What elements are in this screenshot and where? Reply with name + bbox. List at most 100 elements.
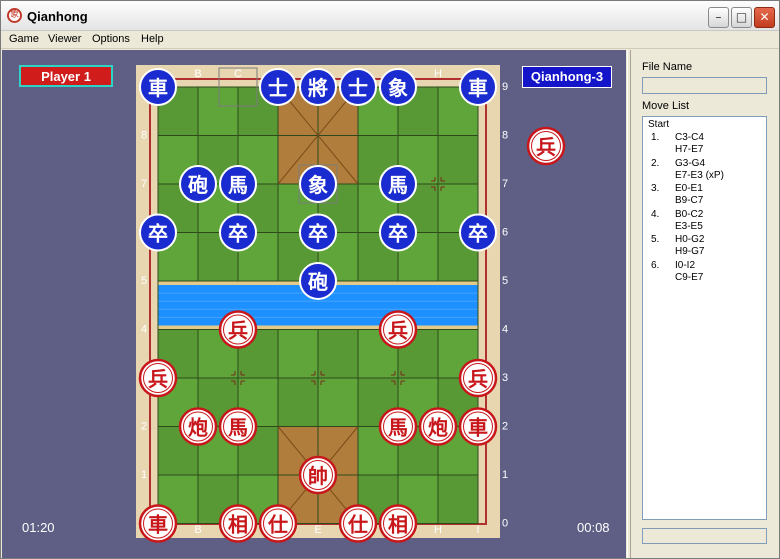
move-number: 4. [651,208,660,220]
red-move[interactable]: E0-E1 [675,183,703,194]
red-piece[interactable]: 帥 [298,455,338,495]
blue-piece[interactable]: 象 [299,165,337,203]
move-row[interactable]: 1. C3-C4 H7-E7 [643,132,763,158]
svg-text:車: 車 [468,76,488,100]
info-panel: File Name Move List Start 1. C3-C4 H7-E7 2.… [633,50,779,558]
blue-piece[interactable]: 砲 [179,165,217,203]
rank-label-right: 6 [502,227,508,239]
red-move[interactable]: I0-I2 [675,260,695,271]
rank-label-right: 2 [502,421,508,433]
rank-label-left: 1 [141,469,147,481]
blue-piece[interactable]: 卒 [459,213,497,252]
svg-text:將: 將 [308,76,328,100]
svg-text:馬: 馬 [228,416,248,440]
blue-piece[interactable]: 卒 [379,213,417,252]
menu-viewer[interactable]: Viewer [48,33,81,45]
rank-label-right: 8 [502,130,508,142]
board-canvas[interactable]: AABBCCDDEEFFGGHHII00112233445566778899車士… [136,65,508,543]
menu-game[interactable]: Game [9,33,39,45]
menu-help[interactable]: Help [141,33,164,45]
red-piece[interactable]: 馬 [378,407,418,446]
move-number: 1. [651,132,660,143]
red-piece[interactable]: 仕 [338,504,378,543]
blue-move[interactable]: E7-E3 (xP) [675,170,724,181]
svg-text:炮: 炮 [188,416,208,440]
blue-piece[interactable]: 砲 [299,262,337,300]
red-piece[interactable]: 炮 [418,407,458,446]
red-player-name: Player 1 [19,65,113,87]
red-piece[interactable]: 相 [218,504,258,543]
svg-text:砲: 砲 [188,173,208,197]
blue-move[interactable]: C9-E7 [675,272,703,283]
svg-text:卒: 卒 [148,222,168,246]
svg-text:兵: 兵 [536,135,556,159]
red-move[interactable]: H0-G2 [675,234,704,245]
move-row[interactable]: 4. B0-C2 E3-E5 [643,209,763,235]
red-piece[interactable]: 車 [458,407,498,446]
file-label-top: B [194,68,201,80]
file-label-top: C [234,68,242,80]
red-piece[interactable]: 兵 [378,310,418,349]
move-row[interactable]: 2. G3-G4 E7-E3 (xP) [643,158,763,184]
blue-player-name: Qianhong-3 [522,66,612,88]
move-number: 2. [651,157,660,169]
panel-splitter[interactable] [627,50,631,558]
window-title: Qianhong [27,9,88,24]
move-row[interactable]: 3. E0-E1 B9-C7 [643,183,763,209]
blue-piece[interactable]: 士 [259,68,297,106]
red-piece[interactable]: 相 [378,504,418,543]
title-bar[interactable]: 象 Qianhong – □ ✕ [1,1,779,31]
move-row[interactable]: 5. H0-G2 H9-G7 [643,234,763,260]
blue-piece[interactable]: 卒 [299,213,337,252]
svg-text:士: 士 [348,76,368,100]
blue-piece[interactable]: 卒 [219,213,257,252]
blue-piece[interactable]: 卒 [139,213,177,252]
red-piece[interactable]: 仕 [258,504,298,543]
file-name-field [642,77,767,94]
red-piece[interactable]: 兵 [526,126,566,166]
captured-pieces: 兵 [526,126,566,166]
svg-text:仕: 仕 [267,513,288,537]
rank-label-left: 2 [141,421,147,433]
file-label-bottom: I [476,524,479,536]
minimize-button[interactable]: – [708,7,729,28]
maximize-button[interactable]: □ [731,7,752,28]
svg-text:卒: 卒 [308,222,328,246]
red-piece[interactable]: 馬 [218,407,258,446]
file-label-bottom: B [194,524,201,536]
red-move[interactable]: B0-C2 [675,209,703,220]
xiangqi-board[interactable]: AABBCCDDEEFFGGHHII00112233445566778899車士… [136,65,508,543]
menu-options[interactable]: Options [92,33,130,45]
svg-text:卒: 卒 [388,222,408,246]
move-number: 6. [651,259,660,271]
blue-piece[interactable]: 車 [139,68,177,106]
blue-piece[interactable]: 象 [379,68,417,106]
blue-piece[interactable]: 馬 [379,165,417,203]
close-button[interactable]: ✕ [754,7,775,28]
blue-move[interactable]: H9-G7 [675,246,704,257]
red-piece[interactable]: 兵 [138,358,178,398]
svg-text:車: 車 [468,416,488,440]
red-move[interactable]: G3-G4 [675,158,705,169]
file-name-label: File Name [642,61,693,73]
move-list-start[interactable]: Start [648,119,669,130]
red-piece[interactable]: 炮 [178,407,218,446]
blue-piece[interactable]: 士 [339,68,377,106]
blue-player-clock: 00:08 [577,520,610,535]
blue-move[interactable]: H7-E7 [675,144,703,155]
menu-bar: Game Viewer Options Help [1,31,779,49]
svg-text:兵: 兵 [388,319,408,343]
rank-label-right: 5 [502,275,508,287]
red-move[interactable]: C3-C4 [675,132,704,143]
blue-move[interactable]: E3-E5 [675,221,703,232]
red-piece[interactable]: 兵 [218,310,258,349]
blue-piece[interactable]: 車 [459,68,497,106]
red-piece[interactable]: 兵 [458,358,498,398]
red-piece[interactable]: 車 [138,504,178,543]
move-row[interactable]: 6. I0-I2 C9-E7 [643,260,763,286]
rank-label-right: 9 [502,81,508,93]
blue-move[interactable]: B9-C7 [675,195,703,206]
move-list[interactable]: Start 1. C3-C4 H7-E7 2. G3-G4 E7-E3 (xP) 3. E0-… [642,116,767,520]
blue-piece[interactable]: 將 [299,68,337,106]
blue-piece[interactable]: 馬 [219,165,257,203]
